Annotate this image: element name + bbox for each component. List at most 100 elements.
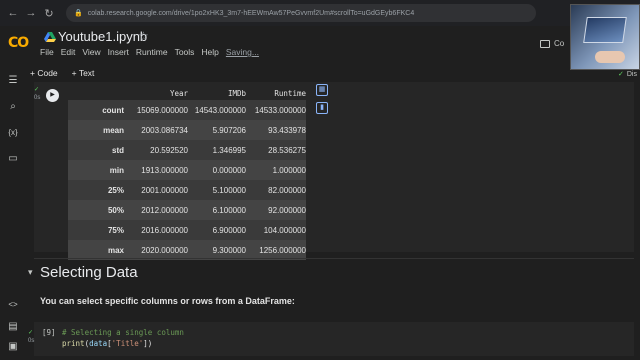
- menu-runtime[interactable]: Runtime: [136, 47, 168, 57]
- command-palette-icon[interactable]: ▤: [6, 320, 20, 334]
- table-row: 25% 2001.000000 5.100000 82.000000: [68, 180, 306, 200]
- comment-icon: [540, 39, 550, 48]
- cell-value: 9.300000: [212, 245, 246, 255]
- files-icon[interactable]: ▭: [6, 152, 20, 166]
- comment-label: Co: [554, 39, 565, 48]
- cell-status: ✓ 0s: [28, 330, 35, 344]
- browser-toolbar: ← → ↻ 🔒 colab.research.google.com/drive/…: [0, 0, 640, 26]
- menu-view[interactable]: View: [82, 47, 100, 57]
- run-cell-button[interactable]: ▶: [46, 89, 59, 102]
- cell-value: 2012.000000: [141, 205, 188, 215]
- cell-value: 93.433978: [268, 125, 306, 135]
- table-row: 50% 2012.000000 6.100000 92.000000: [68, 200, 306, 220]
- chart-suggest-icon[interactable]: ▮: [316, 102, 328, 114]
- table-actions: ▦ ▮: [316, 84, 328, 120]
- address-bar[interactable]: 🔒 colab.research.google.com/drive/1po2xH…: [66, 4, 536, 22]
- variables-icon[interactable]: {x}: [6, 126, 20, 140]
- cell-divider: [34, 258, 634, 259]
- table-header: Year IMDb Runtime: [68, 86, 306, 100]
- menu-bar: File Edit View Insert Runtime Tools Help…: [40, 47, 266, 57]
- row-label: mean: [103, 125, 124, 135]
- forward-icon[interactable]: →: [24, 6, 38, 20]
- section-description: You can select specific columns or rows …: [40, 296, 295, 306]
- menu-help[interactable]: Help: [201, 47, 218, 57]
- cell-value: 20.592520: [150, 145, 188, 155]
- cell-value: 5.100000: [212, 185, 246, 195]
- row-label: max: [107, 245, 124, 255]
- menu-insert[interactable]: Insert: [108, 47, 129, 57]
- star-icon[interactable]: ☆: [138, 29, 149, 43]
- saving-status: Saving...: [225, 47, 259, 57]
- cell-status: ✓ 0s: [34, 87, 41, 101]
- table-view-icon[interactable]: ▦: [316, 84, 328, 96]
- cell-value: 6.100000: [212, 205, 246, 215]
- colab-header: CO Youtube1.ipynb ☆ File Edit View Inser…: [0, 26, 640, 66]
- menu-file[interactable]: File: [40, 47, 54, 57]
- reload-icon[interactable]: ↻: [42, 6, 56, 20]
- output-cell: ✓ 0s ▶ Year IMDb Runtime count 15069.0000…: [34, 82, 634, 260]
- table-row: max 2020.000000 9.300000 1256.000000: [68, 240, 306, 260]
- code-editor[interactable]: # Selecting a single column print(data['…: [62, 327, 184, 349]
- cell-value: 14543.000000: [194, 105, 246, 115]
- code-snippets-icon[interactable]: <>: [6, 298, 20, 312]
- cell-value: 2003.086734: [141, 125, 188, 135]
- row-label: min: [109, 165, 124, 175]
- connected-check-icon: ✓: [618, 71, 624, 78]
- comment-button[interactable]: Co: [540, 39, 564, 48]
- header-imdb: IMDb: [227, 88, 246, 98]
- execution-count: [9]: [42, 328, 56, 337]
- cell-value: 1256.000000: [259, 245, 306, 255]
- insert-toolbar: + Code + Text: [30, 68, 108, 78]
- row-label: std: [112, 145, 124, 155]
- cell-value: 82.000000: [268, 185, 306, 195]
- add-code-button[interactable]: + Code: [30, 68, 58, 78]
- cell-value: 92.000000: [268, 205, 306, 215]
- colab-logo[interactable]: CO: [8, 35, 34, 53]
- cell-value: 1.346995: [212, 145, 246, 155]
- cell-value: 2020.000000: [141, 245, 188, 255]
- code-string: 'Title': [111, 339, 144, 348]
- table-row: 75% 2016.000000 6.900000 104.000000: [68, 220, 306, 240]
- menu-tools[interactable]: Tools: [175, 47, 195, 57]
- notebook-content: ✓ 0s ▶ Year IMDb Runtime count 15069.0000…: [28, 82, 640, 360]
- cell-value: 5.907206: [212, 125, 246, 135]
- lock-icon: 🔒: [74, 10, 83, 17]
- drive-icon: [44, 32, 56, 42]
- cell-value: 2001.000000: [141, 185, 188, 195]
- add-text-button[interactable]: + Text: [72, 68, 95, 78]
- collapse-caret-icon[interactable]: ▾: [28, 267, 33, 278]
- row-label: count: [102, 105, 124, 115]
- search-icon[interactable]: ⌕: [6, 100, 20, 114]
- table-of-contents-icon[interactable]: ☰: [6, 74, 20, 88]
- cell-value: 0.000000: [212, 165, 246, 175]
- left-sidebar: ☰ ⌕ {x} ▭ <> ▤ ▣: [0, 66, 28, 360]
- cell-value: 2016.000000: [141, 225, 188, 235]
- table-row: min 1913.000000 0.000000 1.000000: [68, 160, 306, 180]
- cell-value: 14533.000000: [254, 105, 306, 115]
- code-variable: data: [89, 339, 108, 348]
- header-year: Year: [169, 88, 188, 98]
- webcam-overlay: [570, 4, 640, 70]
- row-label: 25%: [107, 185, 124, 195]
- code-comment: # Selecting a single column: [62, 328, 184, 337]
- cell-value: 28.536275: [268, 145, 306, 155]
- cell-value: 1913.000000: [141, 165, 188, 175]
- table-row: std 20.592520 1.346995 28.536275: [68, 140, 306, 160]
- table-row: count 15069.000000 14543.000000 14533.00…: [68, 100, 306, 120]
- back-icon[interactable]: ←: [6, 6, 20, 20]
- describe-table: Year IMDb Runtime count 15069.000000 145…: [68, 86, 306, 260]
- terminal-icon[interactable]: ▣: [6, 340, 20, 354]
- code-cell[interactable]: ✓ 0s [9] # Selecting a single column prin…: [28, 322, 634, 356]
- cell-value: 15069.000000: [136, 105, 188, 115]
- cell-value: 104.000000: [263, 225, 306, 235]
- section-title: Selecting Data: [40, 264, 138, 281]
- code-close: ]): [143, 339, 153, 348]
- code-function: print: [62, 339, 85, 348]
- cell-value: 6.900000: [212, 225, 246, 235]
- menu-edit[interactable]: Edit: [61, 47, 76, 57]
- notebook-title[interactable]: Youtube1.ipynb: [58, 29, 147, 44]
- header-runtime: Runtime: [274, 88, 306, 98]
- cell-value: 1.000000: [272, 165, 306, 175]
- hand-image: [595, 51, 625, 63]
- runtime-status[interactable]: ✓ Dis: [618, 70, 637, 78]
